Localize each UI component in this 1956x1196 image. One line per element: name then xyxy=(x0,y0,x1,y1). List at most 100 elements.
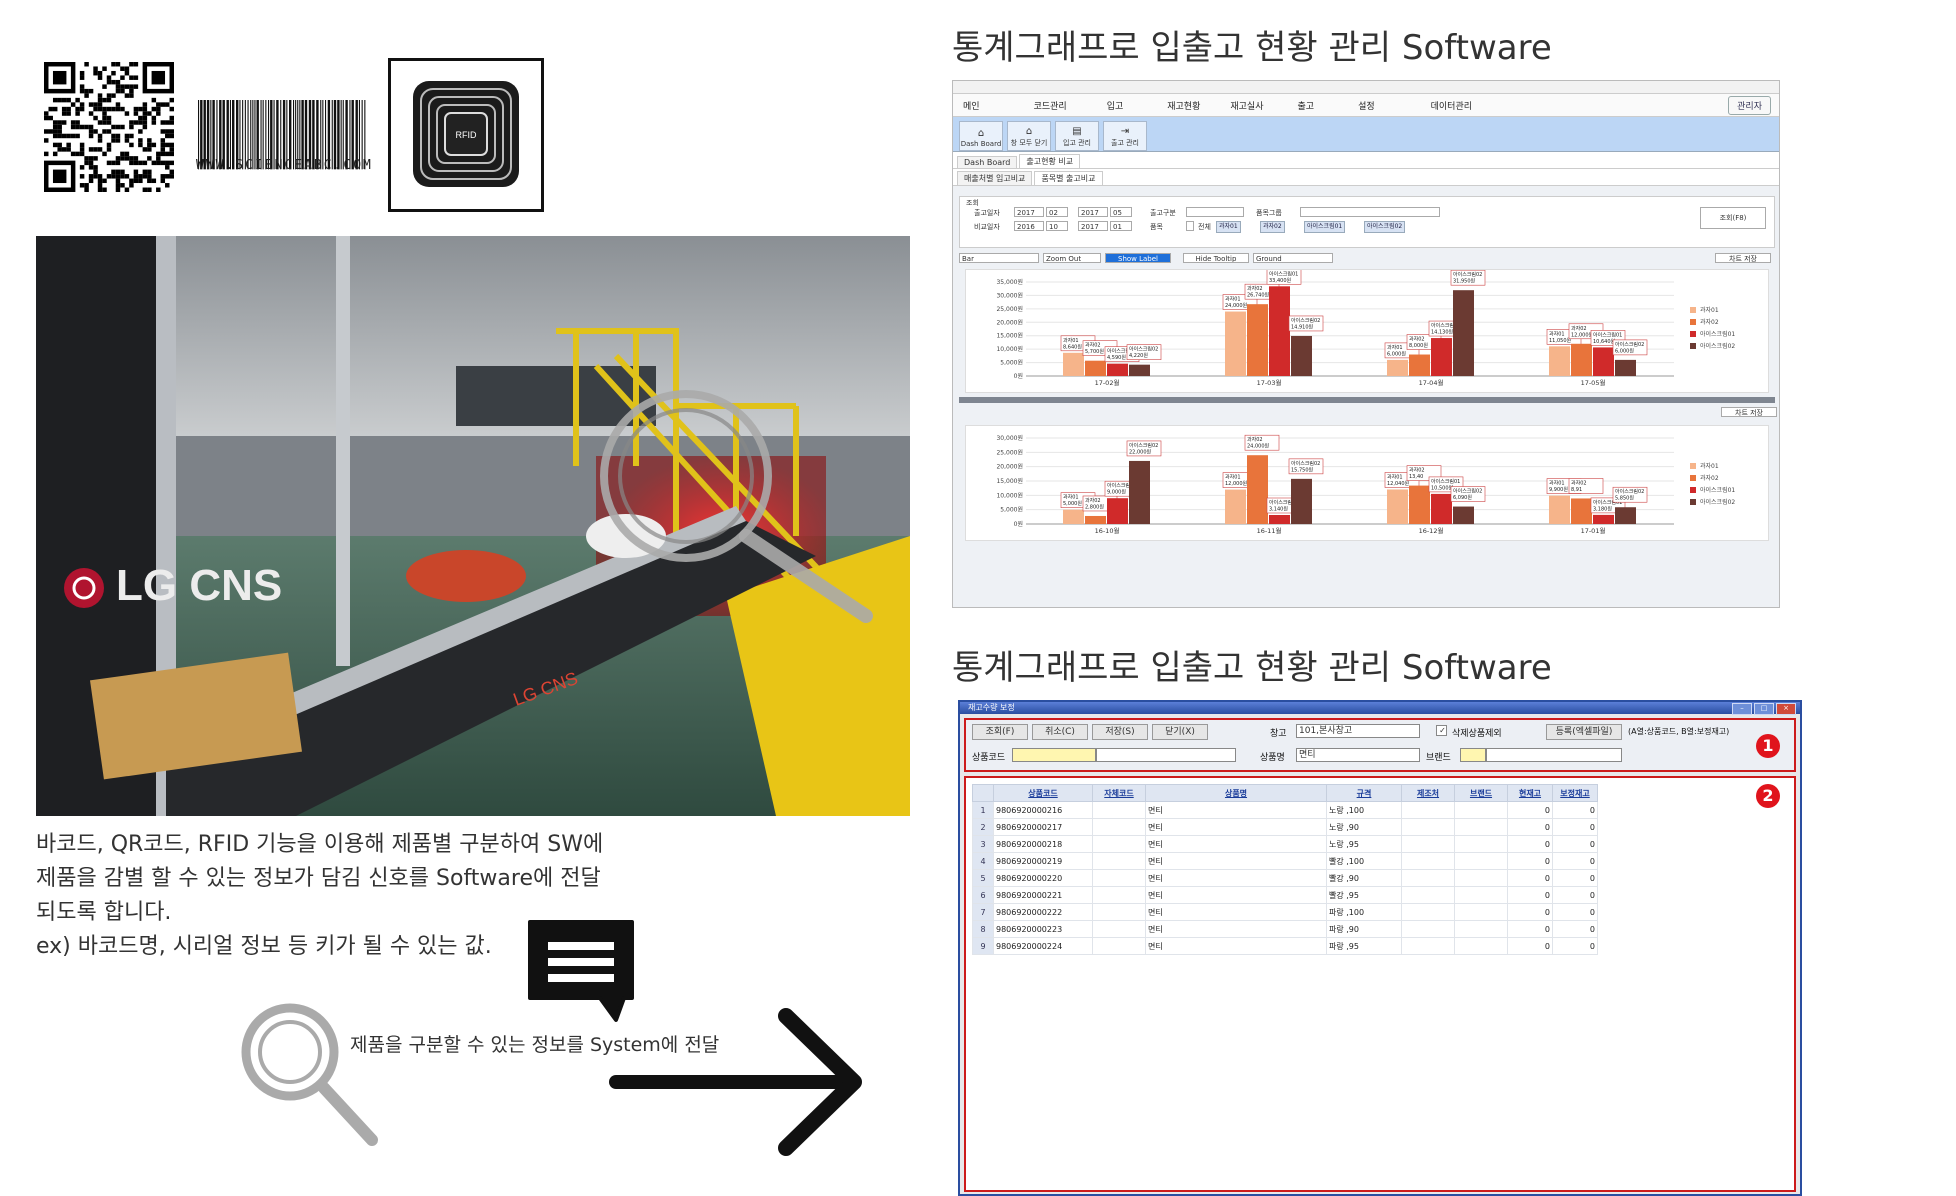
bar[interactable] xyxy=(1409,354,1430,376)
menu-outbound[interactable]: 출고 xyxy=(1298,99,1315,112)
table-cell[interactable] xyxy=(1401,886,1455,904)
legend-label[interactable]: 과자01 xyxy=(1700,462,1719,470)
table-cell[interactable] xyxy=(1454,818,1508,836)
bar[interactable] xyxy=(1409,485,1430,524)
table-cell[interactable]: 면티 xyxy=(1145,903,1327,921)
menu-inbound[interactable]: 입고 xyxy=(1107,99,1124,112)
exclude-deleted-checkbox[interactable]: ✓ xyxy=(1436,725,1447,736)
table-cell[interactable] xyxy=(1401,903,1455,921)
bar[interactable] xyxy=(1085,360,1106,376)
bar[interactable] xyxy=(1431,493,1452,524)
column-header[interactable]: 규격 xyxy=(1326,784,1402,802)
cmp-from-month[interactable]: 10 xyxy=(1046,221,1068,231)
bar[interactable] xyxy=(1593,514,1614,524)
table-cell[interactable] xyxy=(1454,869,1508,887)
legend-label[interactable]: 과자02 xyxy=(1700,474,1719,482)
column-header[interactable]: 자체코드 xyxy=(1092,784,1146,802)
table-cell[interactable]: 0 xyxy=(1552,920,1598,938)
bar[interactable] xyxy=(1431,338,1452,376)
table-cell[interactable]: 0 xyxy=(1552,937,1598,955)
ship-from-month[interactable]: 02 xyxy=(1046,207,1068,217)
table-cell[interactable]: 0 xyxy=(1507,869,1553,887)
table-cell[interactable] xyxy=(1092,852,1146,870)
save-button[interactable]: 저장(S) xyxy=(1092,724,1148,740)
table-cell[interactable] xyxy=(1454,920,1508,938)
table-cell[interactable]: 면티 xyxy=(1145,852,1327,870)
minimize-button[interactable]: – xyxy=(1732,703,1752,715)
brand-code-input[interactable] xyxy=(1460,748,1486,762)
table-cell[interactable]: 노랑 ,95 xyxy=(1326,835,1402,853)
menu-settings[interactable]: 설정 xyxy=(1358,99,1375,112)
bar[interactable] xyxy=(1549,346,1570,376)
bar[interactable] xyxy=(1129,460,1150,524)
product-code-input[interactable] xyxy=(1012,748,1096,762)
table-cell[interactable]: 면티 xyxy=(1145,869,1327,887)
bar[interactable] xyxy=(1615,359,1636,376)
table-cell[interactable]: 9806920000217 xyxy=(993,818,1093,836)
legend-label[interactable]: 아이스크림02 xyxy=(1700,342,1735,350)
table-cell[interactable] xyxy=(1092,869,1146,887)
bar[interactable] xyxy=(1549,495,1570,524)
cmp-to-month[interactable]: 01 xyxy=(1110,221,1132,231)
table-cell[interactable]: 0 xyxy=(1507,818,1553,836)
bar[interactable] xyxy=(1129,364,1150,376)
theme-select[interactable]: Ground xyxy=(1253,253,1333,263)
inbound-manage-button[interactable]: ▤ 입고 관리 xyxy=(1055,121,1099,151)
table-row[interactable]: 6 9806920000221 면티 빨강 ,95 0 0 xyxy=(972,886,1598,904)
bar[interactable] xyxy=(1453,290,1474,376)
menu-data-manage[interactable]: 데이터관리 xyxy=(1431,99,1472,112)
column-header[interactable]: 현재고 xyxy=(1507,784,1553,802)
chart-splitter[interactable] xyxy=(959,397,1775,403)
table-cell[interactable]: 면티 xyxy=(1145,801,1327,819)
table-cell[interactable]: 빨강 ,95 xyxy=(1326,886,1402,904)
ship-to-year[interactable]: 2017 xyxy=(1078,207,1108,217)
table-row[interactable]: 8 9806920000223 면티 파랑 ,90 0 0 xyxy=(972,920,1598,938)
table-cell[interactable]: 0 xyxy=(1552,886,1598,904)
cancel-button[interactable]: 취소(C) xyxy=(1032,724,1088,740)
table-cell[interactable]: 9806920000223 xyxy=(993,920,1093,938)
table-cell[interactable] xyxy=(1092,920,1146,938)
bar[interactable] xyxy=(1453,506,1474,524)
table-cell[interactable] xyxy=(1454,835,1508,853)
bar[interactable] xyxy=(1291,335,1312,376)
ship-from-year[interactable]: 2017 xyxy=(1014,207,1044,217)
table-cell[interactable] xyxy=(1401,835,1455,853)
table-row[interactable]: 2 9806920000217 면티 노랑 ,90 0 0 xyxy=(972,818,1598,836)
table-cell[interactable] xyxy=(1401,852,1455,870)
table-row[interactable]: 9 9806920000224 면티 파랑 ,95 0 0 xyxy=(972,937,1598,955)
bar[interactable] xyxy=(1085,515,1106,524)
table-cell[interactable]: 9806920000222 xyxy=(993,903,1093,921)
bar[interactable] xyxy=(1571,498,1592,524)
bar[interactable] xyxy=(1107,498,1128,524)
table-cell[interactable]: 9806920000219 xyxy=(993,852,1093,870)
menu-home[interactable]: 메인 xyxy=(963,99,980,112)
legend-label[interactable]: 과자02 xyxy=(1700,318,1719,326)
product-code-name-field[interactable] xyxy=(1096,748,1236,762)
table-row[interactable]: 1 9806920000216 면티 노랑 ,100 0 0 xyxy=(972,801,1598,819)
bar[interactable] xyxy=(1291,478,1312,524)
item-chip[interactable]: 과자01 xyxy=(1216,221,1241,233)
zoom-out-button[interactable]: Zoom Out xyxy=(1043,253,1101,263)
column-header[interactable]: 브랜드 xyxy=(1454,784,1508,802)
table-row[interactable]: 3 9806920000218 면티 노랑 ,95 0 0 xyxy=(972,835,1598,853)
tab-dashboard[interactable]: Dash Board xyxy=(957,156,1018,168)
group-select[interactable] xyxy=(1300,207,1440,217)
table-cell[interactable] xyxy=(1454,801,1508,819)
table-cell[interactable]: 9806920000224 xyxy=(993,937,1093,955)
table-cell[interactable]: 0 xyxy=(1507,903,1553,921)
table-cell[interactable]: 0 xyxy=(1507,937,1553,955)
bar[interactable] xyxy=(1225,311,1246,376)
tab-outbound-compare[interactable]: 출고현황 비교 xyxy=(1019,154,1081,168)
table-cell[interactable]: 9806920000216 xyxy=(993,801,1093,819)
type-select[interactable] xyxy=(1186,207,1244,217)
table-cell[interactable]: 면티 xyxy=(1145,818,1327,836)
table-cell[interactable]: 면티 xyxy=(1145,920,1327,938)
table-cell[interactable]: 노랑 ,90 xyxy=(1326,818,1402,836)
table-cell[interactable] xyxy=(1401,920,1455,938)
table-cell[interactable] xyxy=(1092,937,1146,955)
item-chip[interactable]: 과자02 xyxy=(1260,221,1285,233)
subtab-supplier-inbound[interactable]: 매출처별 입고비교 xyxy=(957,171,1033,185)
table-row[interactable]: 7 9806920000222 면티 파랑 ,100 0 0 xyxy=(972,903,1598,921)
table-cell[interactable] xyxy=(1092,801,1146,819)
close-button[interactable]: × xyxy=(1776,703,1796,715)
